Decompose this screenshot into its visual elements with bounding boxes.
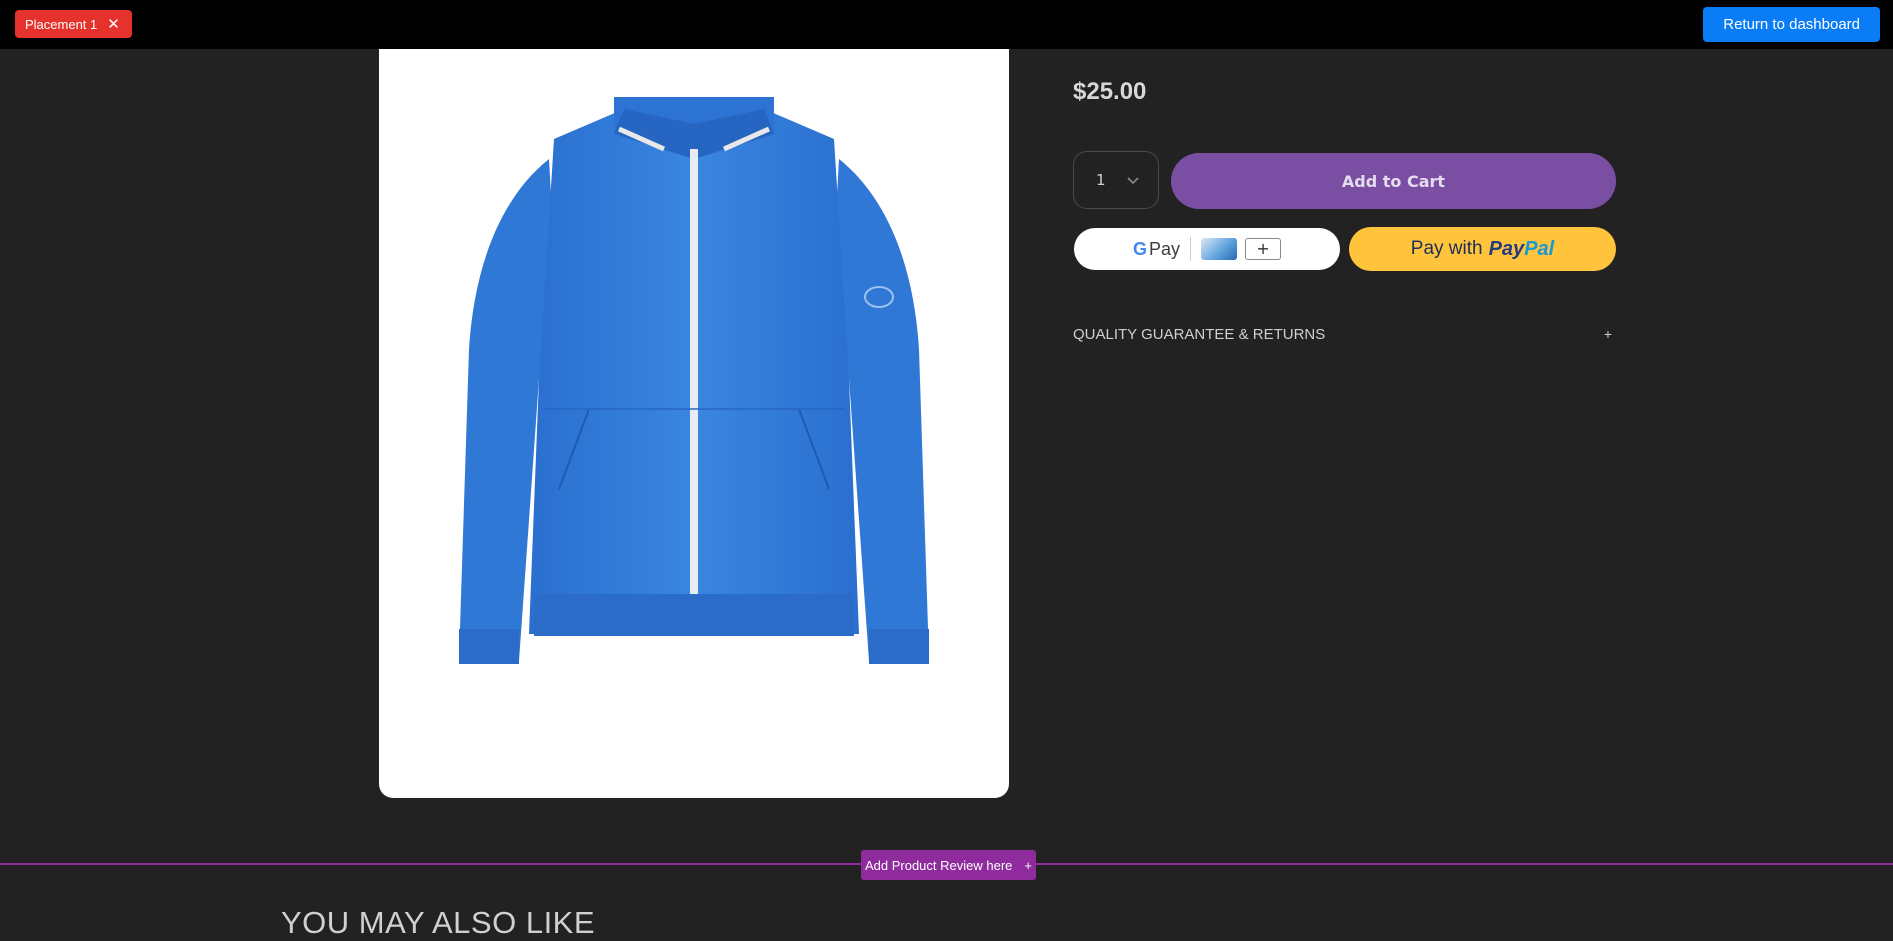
you-may-also-like-heading: YOU MAY ALSO LIKE bbox=[281, 905, 596, 940]
jacket-image bbox=[459, 97, 929, 664]
paypal-logo-pal: Pal bbox=[1524, 237, 1555, 260]
paypal-button[interactable]: Pay with PayPal bbox=[1349, 227, 1616, 271]
add-to-cart-button[interactable]: Add to Cart bbox=[1171, 153, 1616, 209]
paypal-logo-pay: Pay bbox=[1488, 237, 1525, 260]
placement-badge[interactable]: Placement 1 ✕ bbox=[15, 10, 132, 38]
paypal-logo: PayPal bbox=[1489, 238, 1555, 261]
plus-icon: + bbox=[1024, 857, 1032, 873]
product-price: $25.00 bbox=[1073, 78, 1147, 105]
paypal-prefix: Pay with bbox=[1410, 238, 1483, 259]
product-image-card[interactable] bbox=[379, 49, 1009, 798]
editor-topbar: Placement 1 ✕ Return to dashboard bbox=[0, 0, 1893, 49]
quantity-select[interactable]: 1 bbox=[1073, 151, 1159, 209]
quality-guarantee-accordion[interactable]: QUALITY GUARANTEE & RETURNS + bbox=[1073, 322, 1616, 346]
review-label: Add Product Review here bbox=[864, 857, 1013, 873]
google-g-icon: G bbox=[1132, 238, 1147, 259]
return-to-dashboard-button[interactable]: Return to dashboard bbox=[1703, 7, 1880, 42]
saved-card-icon bbox=[1201, 238, 1238, 260]
quantity-value: 1 bbox=[1096, 171, 1106, 189]
google-pay-label: Pay bbox=[1148, 238, 1181, 259]
plus-icon[interactable]: + bbox=[1604, 326, 1612, 342]
google-pay-button[interactable]: G Pay + bbox=[1074, 228, 1340, 270]
placement-label: Placement 1 bbox=[25, 16, 98, 32]
divider bbox=[1190, 237, 1192, 261]
chevron-down-icon bbox=[1127, 177, 1139, 185]
add-product-review-button[interactable]: Add Product Review here + bbox=[861, 850, 1036, 880]
google-pay-logo: G Pay bbox=[1133, 239, 1180, 260]
accordion-title: QUALITY GUARANTEE & RETURNS bbox=[1073, 325, 1326, 343]
close-icon[interactable]: ✕ bbox=[107, 17, 120, 32]
add-card-icon: + bbox=[1245, 238, 1282, 260]
